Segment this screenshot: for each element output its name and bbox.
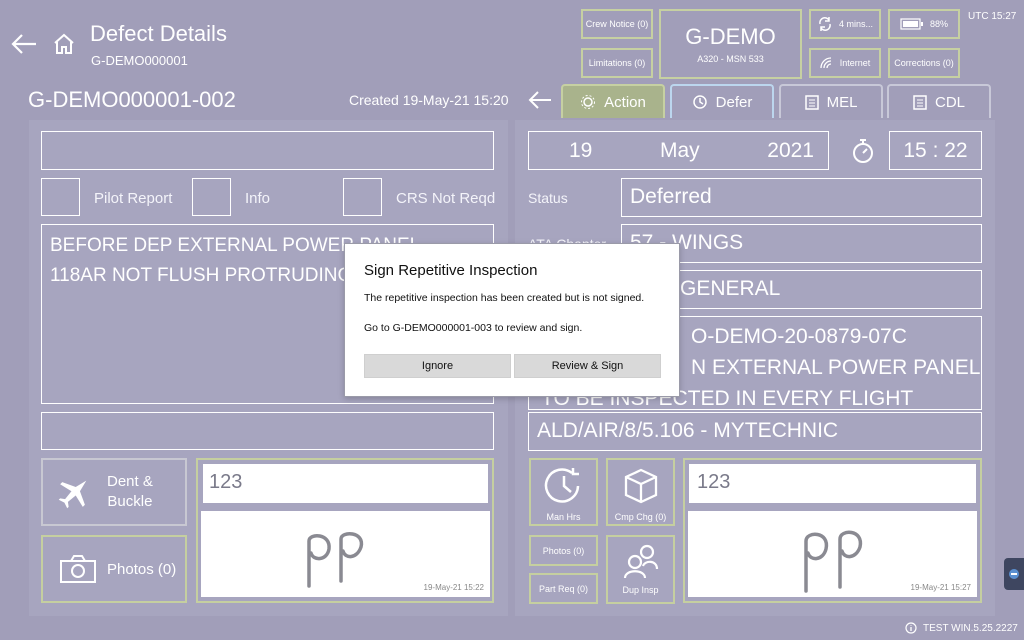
man-hrs-label: Man Hrs xyxy=(546,512,581,522)
dent-buckle-label: Dent & xyxy=(107,473,153,490)
home-icon xyxy=(54,33,74,54)
corrections-button[interactable]: Corrections (0) xyxy=(888,48,960,78)
arrow-left-icon xyxy=(528,91,551,109)
photos-button[interactable]: Photos (0) xyxy=(529,535,598,566)
dialog-message: Go to G-DEMO000001-003 to review and sig… xyxy=(364,322,583,334)
clipboard-icon xyxy=(913,95,927,110)
auth-code-input[interactable]: 123 xyxy=(689,464,976,503)
signature-pad[interactable]: 19-May-21 15:22 xyxy=(201,511,490,597)
gear-icon xyxy=(581,95,596,109)
auth-code-input[interactable]: 123 xyxy=(203,464,488,503)
tab-mel[interactable]: MEL xyxy=(779,84,883,118)
signature-time: 19-May-21 15:22 xyxy=(423,583,484,592)
users-icon xyxy=(623,544,658,579)
signature-pad[interactable]: 19-May-21 15:27 xyxy=(688,511,977,597)
tab-action[interactable]: Action xyxy=(561,84,665,118)
ata-sub-value: GENERAL xyxy=(680,277,781,300)
arrow-left-icon xyxy=(11,34,36,54)
aircraft-info[interactable]: G-DEMO A320 - MSN 533 xyxy=(659,9,802,79)
ignore-button[interactable]: Ignore xyxy=(364,354,511,378)
airplane-icon xyxy=(58,480,87,509)
reference-field[interactable]: ALD/AIR/8/5.106 - MYTECHNIC xyxy=(528,412,982,451)
stopwatch-icon xyxy=(853,139,873,163)
info-icon xyxy=(905,622,917,634)
battery-status: 88% xyxy=(888,9,960,39)
status-label: Status xyxy=(528,190,568,206)
photos-label: Photos (0) xyxy=(542,545,585,556)
wifi-icon xyxy=(820,57,831,69)
clock-arrow-icon xyxy=(692,95,707,109)
pilot-report-checkbox[interactable] xyxy=(41,178,80,216)
tab-back-button[interactable] xyxy=(527,89,553,111)
signature-time: 19-May-21 15:27 xyxy=(910,583,971,592)
tab-defer[interactable]: Defer xyxy=(670,84,774,118)
part-req-button[interactable]: Part Req (0) xyxy=(529,573,598,604)
date-month: May xyxy=(659,138,700,162)
date-field[interactable]: 19 May 2021 xyxy=(528,131,829,170)
crew-notice-button[interactable]: Crew Notice (0) xyxy=(581,9,653,39)
sync-icon xyxy=(819,17,831,31)
cmp-chg-button[interactable]: Cmp Chg (0) xyxy=(606,458,675,526)
man-hrs-button[interactable]: Man Hrs xyxy=(529,458,598,526)
aircraft-type: A320 - MSN 533 xyxy=(697,54,764,64)
status-field[interactable]: Deferred xyxy=(621,178,982,217)
signature-image xyxy=(804,530,863,593)
date-year: 2021 xyxy=(767,138,814,162)
tab-cdl[interactable]: CDL xyxy=(887,84,991,118)
aircraft-reg: G-DEMO xyxy=(685,24,776,49)
remarks-field[interactable] xyxy=(41,412,494,450)
dialog-title: Sign Repetitive Inspection xyxy=(364,262,538,279)
camera-icon xyxy=(60,555,96,583)
crs-not-reqd-checkbox[interactable] xyxy=(343,178,382,216)
cmp-chg-label: Cmp Chg (0) xyxy=(614,512,667,522)
time-field[interactable]: 15 : 22 xyxy=(889,131,982,170)
back-button[interactable] xyxy=(10,32,38,56)
page-subtitle: G-DEMO000001 xyxy=(91,53,188,68)
signature-image xyxy=(307,532,364,588)
side-panel-handle[interactable] xyxy=(1004,558,1024,590)
review-sign-button[interactable]: Review & Sign xyxy=(514,354,661,378)
dialog-message: The repetitive inspection has been creat… xyxy=(364,292,645,304)
stop-icon xyxy=(1009,569,1019,579)
dent-buckle-label: Buckle xyxy=(107,493,153,510)
pilot-report-label: Pilot Report xyxy=(94,190,173,207)
info-label: Info xyxy=(245,190,271,207)
clipboard-icon xyxy=(804,95,819,110)
photos-button[interactable]: Photos (0) xyxy=(41,535,187,603)
crs-not-reqd-label: CRS Not Reqd xyxy=(396,190,496,207)
battery-icon xyxy=(900,18,923,30)
defect-id: G-DEMO000001-002 xyxy=(28,87,236,112)
internet-status: Internet xyxy=(809,48,881,78)
dup-insp-label: Dup Insp xyxy=(622,585,659,595)
date-day: 19 xyxy=(569,138,593,162)
part-req-label: Part Req (0) xyxy=(538,583,589,594)
sync-button[interactable]: 4 mins... xyxy=(809,9,881,39)
limitations-button[interactable]: Limitations (0) xyxy=(581,48,653,78)
home-button[interactable] xyxy=(52,32,76,56)
dent-buckle-button[interactable]: Dent & Buckle xyxy=(41,458,187,526)
defect-type-field[interactable] xyxy=(41,131,494,170)
page-title: Defect Details xyxy=(90,21,227,46)
sign-inspection-dialog: Sign Repetitive Inspection The repetitiv… xyxy=(344,243,680,397)
cube-icon xyxy=(624,468,657,504)
stopwatch-button[interactable] xyxy=(851,138,875,164)
dup-insp-button[interactable]: Dup Insp xyxy=(606,535,675,604)
version-info: TEST WIN.5.25.2227 xyxy=(905,622,1018,634)
info-checkbox[interactable] xyxy=(192,178,231,216)
utc-time: UTC 15:27 xyxy=(968,11,1017,22)
photos-label: Photos (0) xyxy=(107,560,177,578)
created-date: Created 19-May-21 15:20 xyxy=(349,92,509,108)
clock-arrow-icon xyxy=(544,468,579,503)
